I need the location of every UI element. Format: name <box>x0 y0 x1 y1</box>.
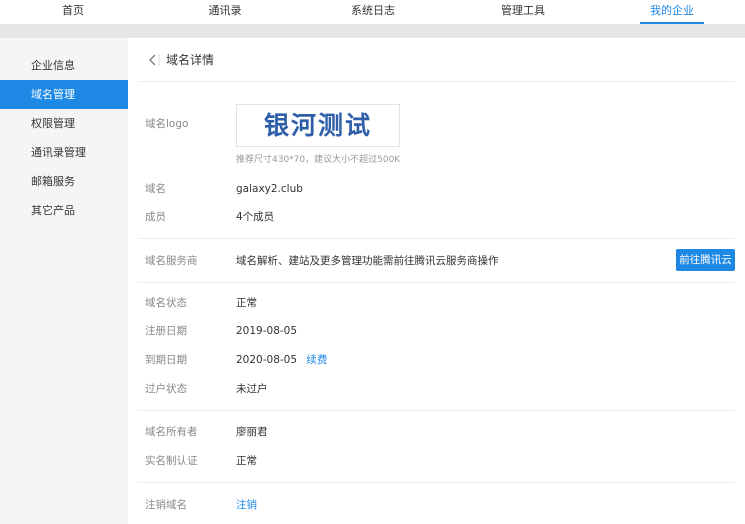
sidebar: 企业信息 域名管理 权限管理 通讯录管理 邮箱服务 其它产品 <box>0 38 128 524</box>
back-arrow-icon[interactable] <box>146 51 160 69</box>
divider <box>138 282 735 283</box>
divider <box>138 482 735 483</box>
tab-system-log[interactable]: 系统日志 <box>343 0 403 24</box>
domain-owner-value: 廖丽君 <box>236 426 268 438</box>
logo-size-hint: 推荐尺寸430*70，建议大小不超过500K <box>236 155 401 165</box>
top-nav: 首页 通讯录 系统日志 管理工具 我的企业 <box>0 0 745 24</box>
sidebar-item-other-products[interactable]: 其它产品 <box>0 196 128 225</box>
renew-link[interactable]: 续费 <box>306 354 327 366</box>
registration-date-value: 2019-08-05 <box>236 325 298 337</box>
main-panel: 域名详情 域名logo 银河测试 推荐尺寸430*70，建议大小不超过500K … <box>128 38 745 524</box>
sidebar-item-enterprise-info[interactable]: 企业信息 <box>0 51 128 80</box>
go-to-tencent-cloud-button[interactable]: 前往腾讯云 <box>676 249 735 271</box>
header-divider <box>138 81 735 82</box>
sidebar-item-domain-management[interactable]: 域名管理 <box>0 80 128 109</box>
transfer-status-label: 过户状态 <box>145 383 187 395</box>
expiry-date-value: 2020-08-05 <box>236 354 298 366</box>
realname-verification-value: 正常 <box>236 455 257 467</box>
page-title: 域名详情 <box>166 53 215 67</box>
transfer-status-value: 未过户 <box>236 383 268 395</box>
cancel-domain-label: 注销域名 <box>145 499 187 511</box>
tab-my-enterprise[interactable]: 我的企业 <box>640 0 704 24</box>
tab-home[interactable]: 首页 <box>45 0 101 24</box>
logo-label: 域名logo <box>145 118 189 130</box>
sidebar-item-permissions[interactable]: 权限管理 <box>0 109 128 138</box>
divider <box>138 238 735 239</box>
domain-status-value: 正常 <box>236 297 257 309</box>
cancel-domain-link[interactable]: 注销 <box>236 497 257 513</box>
provider-label: 域名服务商 <box>145 255 198 267</box>
expiry-date-label: 到期日期 <box>145 354 187 366</box>
sidebar-item-mail-service[interactable]: 邮箱服务 <box>0 167 128 196</box>
realname-verification-label: 实名制认证 <box>145 455 198 467</box>
provider-value: 域名解析、建站及更多管理功能需前往腾讯云服务商操作 <box>236 255 499 267</box>
domain-status-label: 域名状态 <box>145 297 187 309</box>
domain-owner-label: 域名所有者 <box>145 426 198 438</box>
registration-date-label: 注册日期 <box>145 325 187 337</box>
domain-label: 域名 <box>145 183 166 195</box>
members-label: 成员 <box>145 211 166 223</box>
nav-divider <box>0 24 745 38</box>
expiry-date-row: 2020-08-05 续费 <box>236 352 327 368</box>
tab-contacts[interactable]: 通讯录 <box>195 0 255 24</box>
domain-value: galaxy2.club <box>236 183 303 195</box>
divider <box>138 410 735 411</box>
enterprise-logo[interactable]: 银河测试 <box>236 104 400 147</box>
sidebar-item-contacts-management[interactable]: 通讯录管理 <box>0 138 128 167</box>
members-value: 4个成员 <box>236 211 275 223</box>
tab-admin-tools[interactable]: 管理工具 <box>493 0 553 24</box>
